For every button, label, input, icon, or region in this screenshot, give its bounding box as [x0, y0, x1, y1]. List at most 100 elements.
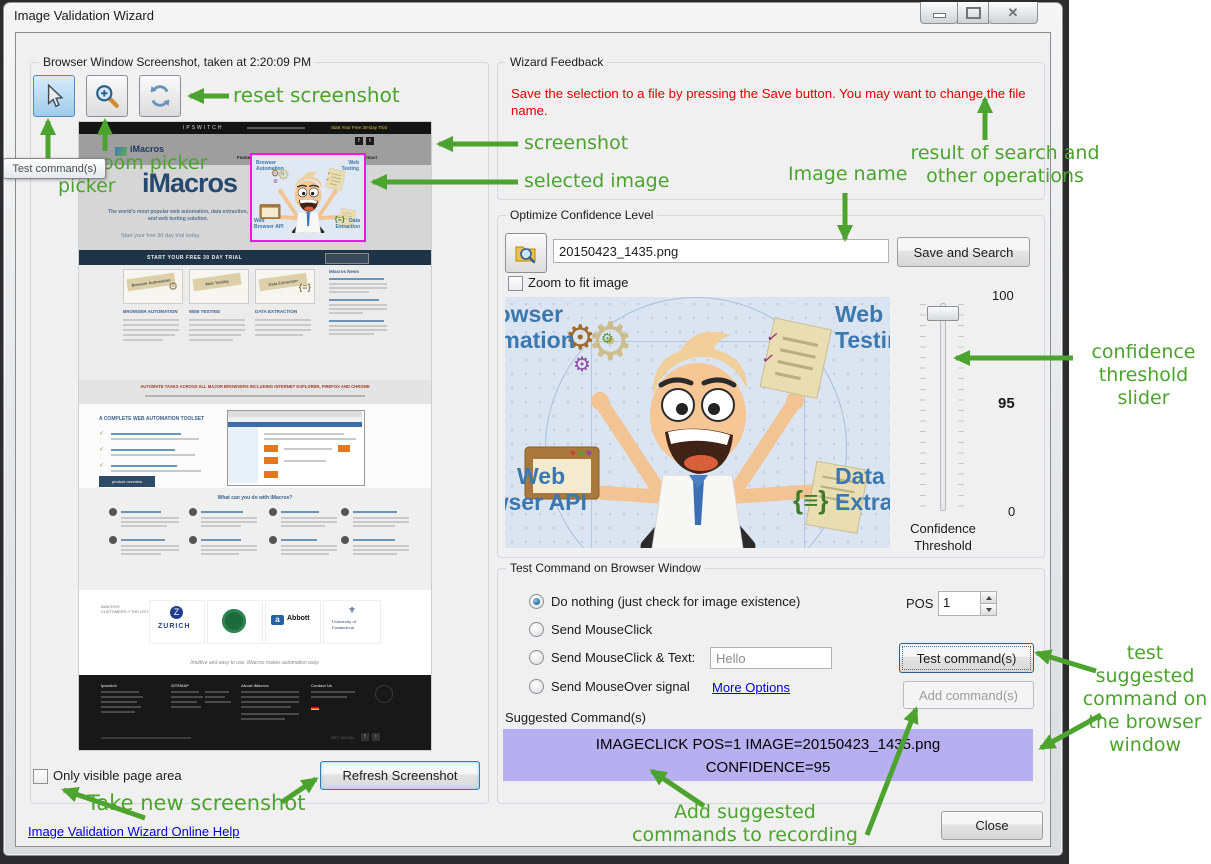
close-window-button[interactable]: ✕ [988, 2, 1038, 24]
test-command-group-title: Test Command on Browser Window [506, 561, 705, 575]
thumb-hero-trial: Start your free 30 day trial today. [121, 233, 201, 239]
feedback-message: Save the selection to a file by pressing… [511, 86, 1026, 118]
confidence-slider-track[interactable] [940, 303, 946, 511]
close-button[interactable]: Close [941, 811, 1043, 840]
save-image-button[interactable] [505, 233, 547, 273]
reset-screenshot-button[interactable] [139, 75, 181, 117]
preview-label-browser: Browser [505, 301, 564, 327]
radio-send-mouseclick[interactable] [529, 622, 544, 637]
preview-label-browser-api: Browser API [505, 489, 587, 515]
thumb-banner: AUTOMATE TASKS ACROSS ALL MAJOR BROWSERS… [79, 380, 431, 404]
chevron-down-icon [985, 608, 992, 612]
thumb-card-browser-automation[interactable]: Browser Automation ⚙ BROWSER AUTOMATION [123, 269, 183, 341]
minimize-button[interactable] [920, 2, 958, 24]
online-help-link[interactable]: Image Validation Wizard Online Help [28, 824, 239, 839]
thumb-get-social: GET SOCIAL [331, 735, 355, 740]
slider-value-label: 95 [998, 395, 1015, 412]
thumb-cta-button[interactable] [325, 253, 369, 264]
close-icon: ✕ [1007, 4, 1019, 20]
check-icon: ✓ [99, 447, 105, 453]
thumb-hero-tagline: The world's most popular web automation,… [108, 209, 248, 222]
feedback-group-title: Wizard Feedback [506, 55, 608, 69]
refresh-screenshot-button[interactable]: Refresh Screenshot [320, 761, 480, 790]
thumb-card-web-testing[interactable]: Web Testing WEB TESTING [189, 269, 249, 341]
radio-do-nothing[interactable] [529, 594, 544, 609]
thumb-product-overview-button[interactable]: product overview [99, 476, 155, 487]
thumb-logo-starbucks [207, 600, 263, 644]
thumb-logo-abbott: a Abbott [265, 600, 321, 644]
slider-max-label: 100 [992, 288, 1014, 303]
preview-label-extraction: Extraction [835, 489, 890, 515]
only-visible-checkbox[interactable] [33, 769, 48, 784]
annotation-reset-screenshot: reset screenshot [233, 83, 400, 107]
screenshot-canvas: ⚙ ⚙ ⚙ ⚙ ✓ ✓ {≡} Image Validation Wizard … [0, 0, 1211, 864]
thumb-twitter-icon[interactable]: t [366, 137, 374, 145]
thumb-customers-label: IMACROS CUSTOMERS // THE LIST [101, 604, 149, 614]
picker-tool-button[interactable] [33, 75, 75, 117]
selected-label-tr: Web Testing [341, 160, 359, 172]
annotation-test: test suggested command on the browser wi… [1082, 642, 1208, 756]
thumb-cta-text: START YOUR FREE 30 DAY TRIAL [147, 255, 243, 261]
thumb-trial-link[interactable]: Start Your Free 30-Day Trial [331, 125, 387, 130]
thumb-logo-zurich: Z ZURICH [149, 600, 205, 644]
german-flag-icon [311, 705, 319, 710]
thumb-facebook-icon[interactable]: f [355, 137, 363, 145]
pos-value: 1 [943, 595, 951, 610]
test-commands-button[interactable]: Test command(s) [899, 643, 1034, 673]
annotation-selected-image: selected image [524, 170, 670, 192]
check-icon: ✓ [99, 463, 105, 469]
footer-facebook-icon[interactable]: f [361, 733, 369, 741]
zoom-to-fit-checkbox[interactable] [508, 276, 523, 291]
slider-min-label: 0 [1008, 504, 1016, 519]
selected-label-tl: Browser Automation [256, 160, 284, 172]
thumb-what-section: What can you do with iMacros? [79, 488, 431, 590]
gear-icon: ⚙ [168, 281, 178, 293]
radio-send-mouseclick-label: Send MouseClick [551, 622, 653, 637]
spinner-up-button[interactable] [980, 592, 996, 604]
add-commands-button[interactable]: Add command(s) [903, 681, 1034, 709]
suggested-command-box[interactable]: IMAGECLICK POS=1 IMAGE=20150423_1435.png… [503, 729, 1033, 781]
cursor-icon [47, 83, 64, 108]
thumb-card-data-extraction[interactable]: Data Extraction {≡} DATA EXTRACTION [255, 269, 315, 336]
maximize-button[interactable] [957, 2, 989, 24]
selected-image[interactable]: Browser Automation Web Testing Web Brows… [250, 153, 366, 242]
thumb-browser-mockup [227, 410, 365, 486]
confidence-slider-handle[interactable] [927, 306, 959, 321]
slider-ticks-right [958, 304, 964, 507]
slider-ticks-left [920, 304, 926, 507]
oak-leaf-icon: ⚜ [348, 605, 357, 615]
refresh-arrows-icon [150, 85, 170, 107]
selected-label-bl: Web Browser API [254, 218, 284, 230]
more-options-link[interactable]: More Options [712, 680, 790, 695]
thumb-quote-row: Intuitive and easy to use, iMacros makes… [79, 656, 431, 675]
radio-send-mouseclick-text[interactable] [529, 650, 544, 665]
save-and-search-button[interactable]: Save and Search [897, 237, 1030, 267]
thumb-card-ribbon: Web Testing [192, 272, 242, 292]
thumb-quote: Intuitive and easy to use, iMacros makes… [190, 660, 320, 666]
browser-screenshot-thumbnail[interactable]: IPSWITCH Start Your Free 30-Day Trial iM… [79, 122, 431, 750]
footer-twitter-icon[interactable]: t [372, 733, 380, 741]
zoom-plus-icon [96, 85, 119, 108]
spinner-down-button[interactable] [980, 605, 996, 615]
check-icon: ✓ [99, 431, 105, 437]
speech-bubble-icon [375, 685, 393, 703]
annotation-add: Add suggested commands to recording [632, 801, 858, 846]
image-preview[interactable]: Browser Automation Web Testing Web Brows… [505, 297, 890, 548]
thumb-ipswitch-brand: IPSWITCH [183, 125, 224, 131]
image-name-input[interactable] [553, 239, 889, 263]
confidence-threshold-caption: Confidence Threshold [910, 521, 976, 553]
pos-spinner[interactable]: 1 [938, 591, 997, 616]
selected-label-br: Data Extraction [335, 218, 360, 230]
send-text-input[interactable] [710, 647, 832, 669]
zoom-picker-button[interactable] [86, 75, 128, 117]
braces-icon: {≡} [298, 282, 311, 292]
window-title: Image Validation Wizard [14, 8, 154, 23]
preview-label-testing: Testing [835, 327, 890, 353]
optimize-group-title: Optimize Confidence Level [506, 208, 658, 222]
radio-send-mouseover[interactable] [529, 679, 544, 694]
preview-label-data: Data [835, 463, 885, 489]
suggested-commands-label: Suggested Command(s) [505, 710, 646, 725]
annotation-zoom-picker: zoom picker [92, 152, 208, 174]
zoom-to-fit-label: Zoom to fit image [528, 275, 629, 290]
annotation-take-new: Take new screenshot [87, 791, 306, 815]
